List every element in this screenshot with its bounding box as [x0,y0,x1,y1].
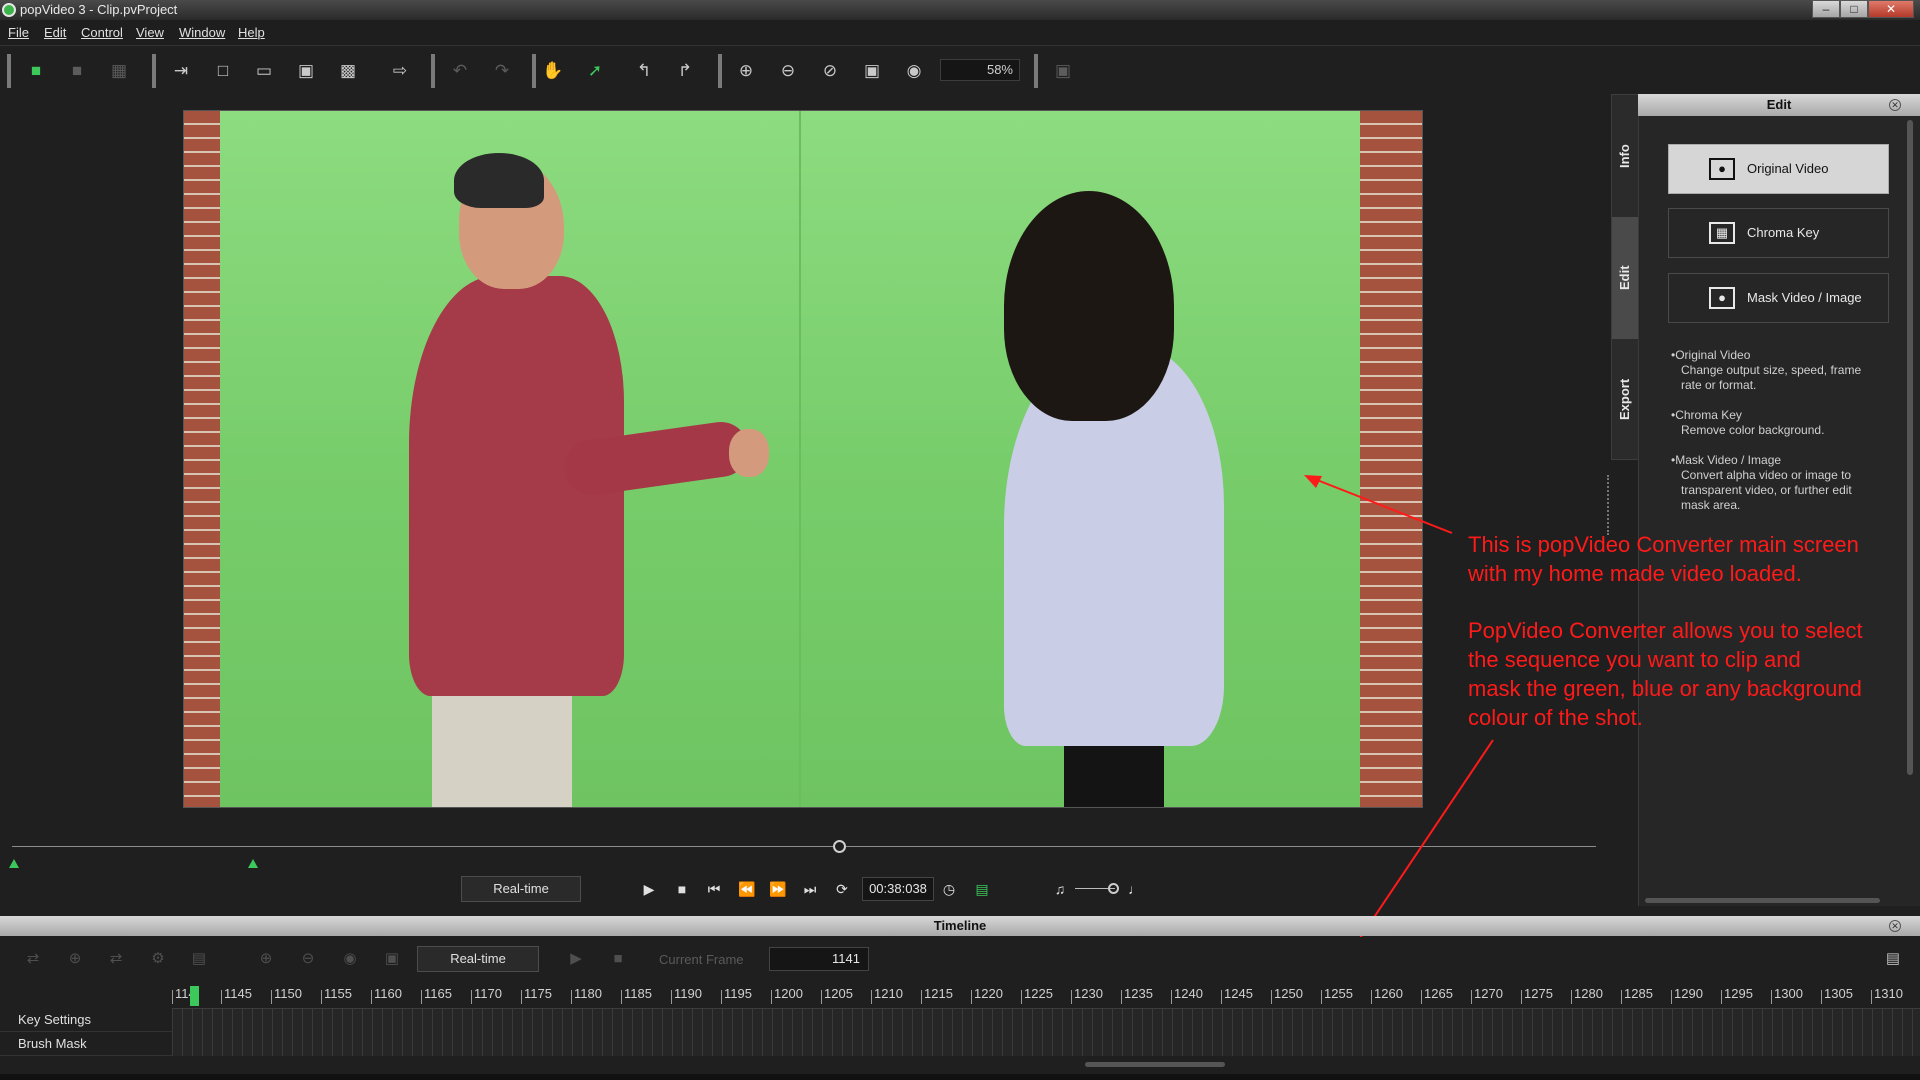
paste-icon[interactable]: ▤ [188,948,210,970]
ruler-tick-label: 1200 [771,986,803,1004]
ruler-tick-label: 1215 [921,986,953,1004]
ruler-tick-label: 1220 [971,986,1003,1004]
ruler-tick-label: 1170 [471,986,502,1004]
ruler-tick-label: 1210 [871,986,903,1004]
key-settings-icon[interactable]: ⚙ [147,948,169,970]
timeline-horizontal-scrollbar[interactable] [1085,1062,1225,1067]
annotation-line: This is popVideo Converter main screen [1468,532,1859,557]
ruler-tick-label: 1145 [221,986,252,1004]
ruler-tick-label: 1195 [721,986,752,1004]
annotation-line: the sequence you want to clip and [1468,647,1801,672]
ruler-tick-label: 1250 [1271,986,1303,1004]
timeline-play-icon[interactable]: ▶ [565,948,587,970]
ruler-tick-label: 1175 [521,986,552,1004]
ruler-tick-label: 1160 [371,986,402,1004]
annotation-line: PopVideo Converter allows you to select [1468,618,1863,643]
add-key-icon[interactable]: ⊕ [64,948,86,970]
timeline-playback-mode-dropdown[interactable]: Real-time [417,946,539,972]
ruler-tick-label: 1230 [1071,986,1103,1004]
annotation-note-main-screen: This is popVideo Converter main screen w… [1468,530,1859,588]
ruler-tick-label: 1295 [1721,986,1753,1004]
timeline-zoom-out-icon[interactable]: ⊖ [297,948,319,970]
annotation-line: colour of the shot. [1468,705,1643,730]
ruler-tick-label: 1240 [1171,986,1203,1004]
ruler-tick-label: 1180 [571,986,602,1004]
ruler-tick-label: 1285 [1621,986,1653,1004]
ruler-tick-label: 1235 [1121,986,1153,1004]
ruler-tick-label: 1300 [1771,986,1803,1004]
ruler-tick-label: 1270 [1471,986,1503,1004]
ruler-tick-label: 1185 [621,986,652,1004]
status-strip [0,1074,1920,1080]
timeline-tracks[interactable] [172,1008,1920,1056]
timeline-close-icon[interactable]: ✕ [1889,920,1901,932]
timeline-options-icon[interactable]: ▤ [1882,948,1904,970]
ruler-tick-label: 1260 [1371,986,1403,1004]
ruler-tick-label: 1255 [1321,986,1353,1004]
track-brush-mask[interactable]: Brush Mask [0,1032,172,1056]
ruler-tick-label: 1245 [1221,986,1253,1004]
timeline-toolbar [0,937,1920,981]
timeline-panel-title: Timeline [0,916,1920,936]
timeline-fit-icon[interactable]: ◉ [339,948,361,970]
current-frame-label: Current Frame [659,952,744,967]
ruler-tick-label: 1275 [1521,986,1553,1004]
annotation-line: with my home made video loaded. [1468,561,1802,586]
ruler-tick-label: 1280 [1571,986,1603,1004]
annotation-line: mask the green, blue or any background [1468,676,1862,701]
ruler-tick-label: 1265 [1421,986,1453,1004]
ruler-tick-label: 1150 [271,986,302,1004]
ruler-tick-label: 1205 [821,986,853,1004]
annotation-arrow-1 [1311,477,1453,534]
ruler-tick-label: 1305 [1821,986,1853,1004]
timeline-stop-icon[interactable]: ■ [607,948,629,970]
timeline-tool-icon[interactable]: ⇄ [22,948,44,970]
timeline-zoom-in-icon[interactable]: ⊕ [255,948,277,970]
track-key-settings[interactable]: Key Settings [0,1008,172,1032]
ruler-tick-label: 1165 [421,986,452,1004]
current-frame-input[interactable]: 1141 [769,947,869,971]
remove-key-icon[interactable]: ⇄ [105,948,127,970]
ruler-tick-label: 1225 [1021,986,1053,1004]
ruler-tick-label: 1155 [321,986,352,1004]
ruler-tick-label: 1290 [1671,986,1703,1004]
timeline-ruler[interactable]: 114 1145 1150 1155 1160 1165 1170 1175 1180 1185… [172,986,1920,1008]
timeline-frame-icon[interactable]: ▣ [381,948,403,970]
annotation-note-features: PopVideo Converter allows you to select … [1468,616,1863,732]
ruler-tick-label: 1190 [671,986,702,1004]
timeline-playhead[interactable] [190,986,199,1006]
ruler-tick-label: 1310 [1871,986,1903,1004]
